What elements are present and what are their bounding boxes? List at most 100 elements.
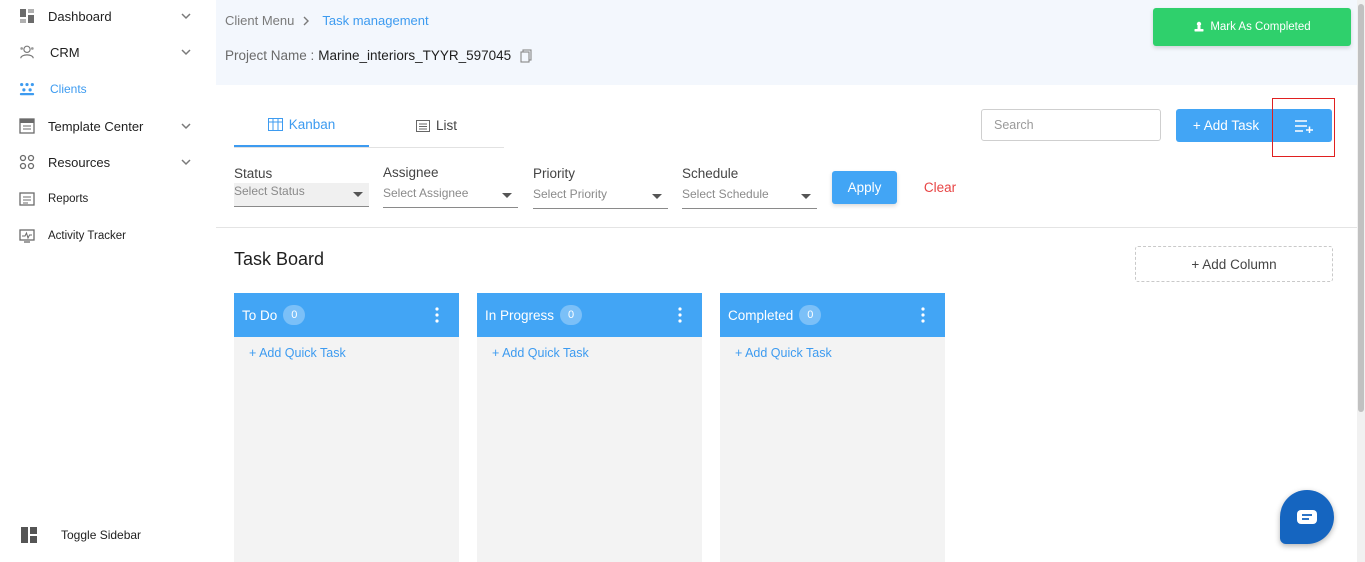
status-select-placeholder: Select Status [234, 184, 305, 198]
scrollbar[interactable] [1357, 0, 1365, 562]
caret-down-icon [801, 194, 811, 199]
tab-kanban[interactable]: Kanban [234, 104, 369, 147]
schedule-filter: Schedule Select Schedule [682, 166, 817, 209]
tab-kanban-label: Kanban [288, 117, 336, 132]
sidebar-item-label: Reports [48, 193, 89, 205]
priority-filter: Priority Select Priority [533, 166, 668, 209]
caret-down-icon [652, 194, 662, 199]
dashboard-icon [19, 8, 35, 24]
project-name-label: Project Name : [225, 48, 315, 63]
assignee-filter-label: Assignee [383, 165, 439, 180]
status-filter-label: Status [234, 166, 273, 181]
assignee-filter: Assignee Select Assignee [383, 165, 518, 208]
project-name-value: Marine_interiors_TYYR_597045 [318, 48, 512, 63]
sidebar-item-label: CRM [50, 44, 80, 60]
sidebar-item-activity-tracker[interactable]: Activity Tracker [0, 221, 216, 251]
assignee-select-placeholder: Select Assignee [383, 186, 469, 200]
column-title: Completed [728, 307, 794, 323]
sidebar-item-template-center[interactable]: Template Center [0, 111, 216, 141]
sidebar-item-label: Activity Tracker [48, 230, 126, 242]
sidebar: Dashboard CRM Clients Template Center Re… [0, 0, 216, 562]
sidebar-item-clients[interactable]: Clients [0, 74, 216, 104]
chat-icon [1297, 510, 1317, 524]
breadcrumb: Client Menu Task management [225, 13, 429, 28]
chevron-down-icon [181, 49, 191, 56]
scrollbar-thumb[interactable] [1358, 4, 1364, 412]
toggle-sidebar-label: Toggle Sidebar [61, 528, 142, 542]
reports-icon [19, 191, 35, 207]
page-header: Client Menu Task management Project Name… [216, 0, 1357, 85]
more-vertical-icon[interactable] [915, 306, 931, 324]
schedule-select[interactable]: Select Schedule [682, 185, 817, 209]
schedule-select-placeholder: Select Schedule [682, 187, 769, 201]
chevron-down-icon [181, 159, 191, 166]
sidebar-item-dashboard[interactable]: Dashboard [0, 1, 216, 31]
clear-button[interactable]: Clear [916, 171, 964, 204]
add-quick-task-link[interactable]: + Add Quick Task [735, 346, 832, 360]
clients-icon [19, 81, 35, 97]
priority-filter-label: Priority [533, 166, 576, 181]
board-title: Task Board [234, 249, 325, 269]
column-completed: Completed 0 + Add Quick Task [720, 293, 945, 562]
view-tabs: Kanban List [234, 104, 504, 148]
chevron-down-icon [181, 123, 191, 130]
crm-icon [19, 44, 35, 60]
sidebar-item-label: Resources [48, 154, 111, 170]
sidebar-item-crm[interactable]: CRM [0, 37, 216, 67]
column-title: To Do [242, 307, 278, 323]
column-header: Completed 0 [720, 293, 945, 337]
main-content: Client Menu Task management Project Name… [216, 0, 1357, 562]
column-in-progress: In Progress 0 + Add Quick Task [477, 293, 702, 562]
list-icon [415, 119, 430, 132]
priority-select[interactable]: Select Priority [533, 185, 668, 209]
project-name: Project Name : Marine_interiors_TYYR_597… [225, 48, 533, 63]
sidebar-item-resources[interactable]: Resources [0, 147, 216, 177]
template-icon [19, 118, 35, 134]
column-header: To Do 0 [234, 293, 459, 337]
add-task-button[interactable]: + Add Task [1176, 109, 1276, 142]
column-todo: To Do 0 + Add Quick Task [234, 293, 459, 562]
caret-down-icon [502, 193, 512, 198]
column-header: In Progress 0 [477, 293, 702, 337]
breadcrumb-client-menu[interactable]: Client Menu [225, 13, 294, 28]
add-task-options-button[interactable] [1276, 109, 1332, 142]
mark-as-completed-button[interactable]: Mark As Completed [1153, 8, 1351, 46]
add-quick-task-link[interactable]: + Add Quick Task [249, 346, 346, 360]
column-count-badge: 0 [283, 305, 306, 325]
column-count-badge: 0 [799, 305, 822, 325]
divider [216, 227, 1357, 228]
sidebar-item-reports[interactable]: Reports [0, 184, 216, 214]
kanban-icon [267, 118, 283, 131]
status-select[interactable]: Select Status [234, 183, 369, 207]
sidebar-toggle-icon [20, 526, 38, 544]
playlist-add-icon [1295, 119, 1313, 133]
column-title: In Progress [485, 307, 555, 323]
chevron-right-icon [303, 16, 310, 25]
add-quick-task-link[interactable]: + Add Quick Task [492, 346, 589, 360]
caret-down-icon [353, 192, 363, 197]
search-input[interactable] [981, 109, 1161, 141]
resources-icon [19, 154, 35, 170]
stamp-icon [1194, 21, 1204, 32]
chevron-down-icon [181, 13, 191, 20]
breadcrumb-task-management[interactable]: Task management [322, 13, 428, 28]
mark-as-completed-label: Mark As Completed [1210, 21, 1311, 33]
status-filter: Status Select Status [234, 166, 369, 207]
tab-list-label: List [435, 118, 457, 133]
sidebar-item-label: Clients [50, 82, 87, 96]
sidebar-item-label: Dashboard [48, 8, 112, 24]
tab-list[interactable]: List [369, 104, 504, 147]
priority-select-placeholder: Select Priority [533, 187, 608, 201]
assignee-select[interactable]: Select Assignee [383, 184, 518, 208]
column-count-badge: 0 [560, 305, 583, 325]
add-column-button[interactable]: + Add Column [1135, 246, 1333, 282]
chat-button[interactable] [1280, 490, 1334, 544]
more-vertical-icon[interactable] [429, 306, 445, 324]
activity-icon [19, 228, 35, 244]
sidebar-item-label: Template Center [48, 118, 144, 134]
apply-button[interactable]: Apply [832, 171, 897, 204]
schedule-filter-label: Schedule [682, 166, 739, 181]
toggle-sidebar-button[interactable]: Toggle Sidebar [0, 520, 216, 550]
more-vertical-icon[interactable] [672, 306, 688, 324]
copy-icon[interactable] [519, 48, 533, 63]
